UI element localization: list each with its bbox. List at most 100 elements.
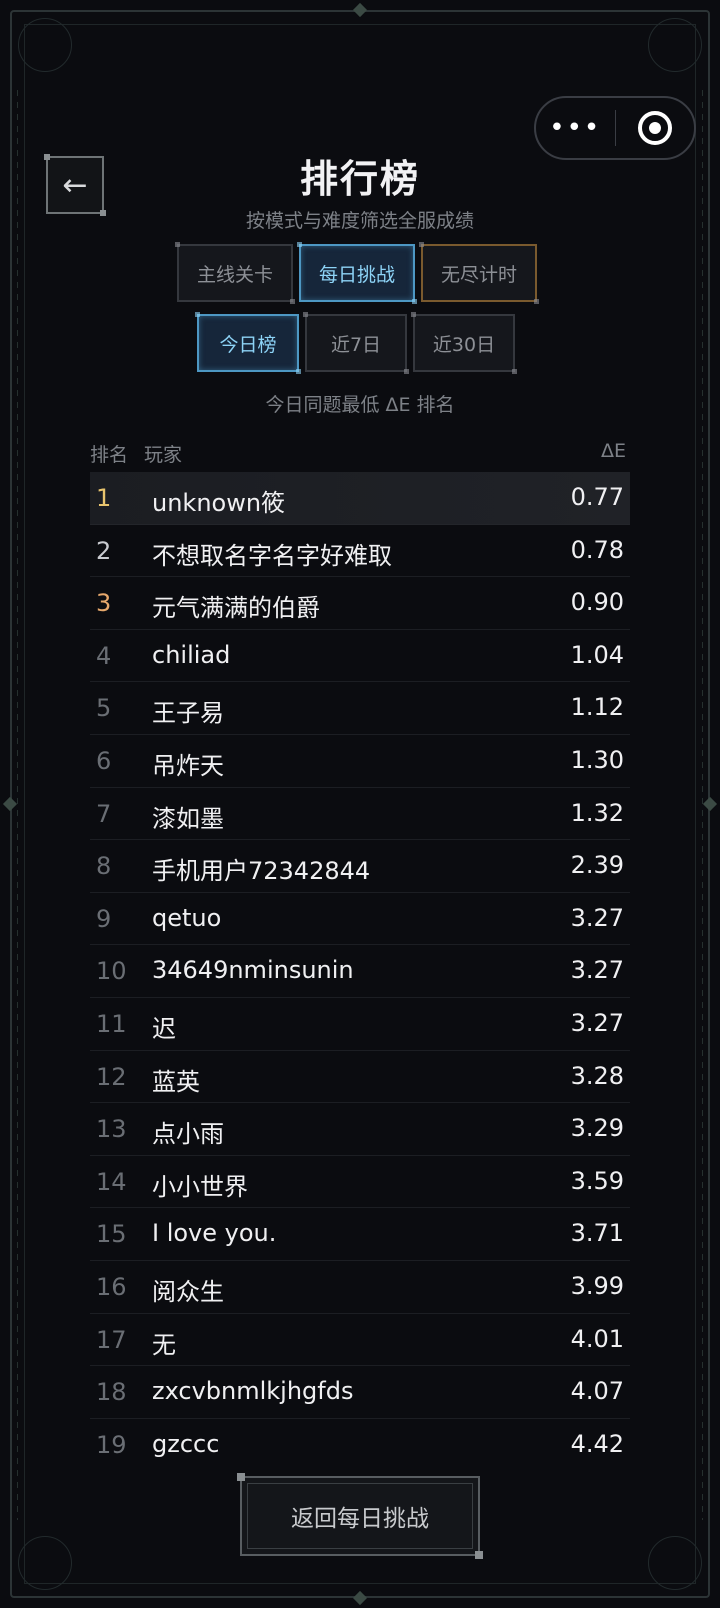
row-rank: 14 <box>96 1167 127 1196</box>
ranking-hint: 今日同题最低 ΔE 排名 <box>265 394 455 416</box>
row-delta: 1.32 <box>570 798 624 827</box>
row-delta: 1.04 <box>570 640 624 669</box>
col-delta-header: ΔE <box>600 440 626 462</box>
corner-ornament <box>18 1536 72 1590</box>
row-player: 34649nminsunin <box>152 956 354 985</box>
table-row[interactable]: 14 小小世界 3.59 <box>90 1156 630 1209</box>
page-title: 排行榜 <box>299 157 420 201</box>
table-row[interactable]: 16 阅众生 3.99 <box>90 1261 630 1314</box>
row-rank: 2 <box>96 536 112 565</box>
corner-ornament <box>648 1536 702 1590</box>
table-row[interactable]: 2 不想取名字名字好难取 0.78 <box>90 525 630 578</box>
row-rank: 13 <box>96 1115 127 1144</box>
table-row[interactable]: 17 无 4.01 <box>90 1314 630 1367</box>
return-button-label: 返回每日挑战 <box>291 1506 429 1532</box>
row-rank: 9 <box>96 904 112 933</box>
row-rank: 5 <box>96 694 112 723</box>
more-icon[interactable]: ••• <box>536 115 615 141</box>
table-row[interactable]: 15 I love you. 3.71 <box>90 1208 630 1261</box>
target-icon <box>637 111 672 145</box>
row-rank: 1 <box>96 484 112 512</box>
row-delta: 1.30 <box>570 745 624 774</box>
table-row[interactable]: 3 元气满满的伯爵 0.90 <box>90 577 630 630</box>
row-delta: 2.39 <box>570 851 624 880</box>
col-rank-header: 排名 <box>90 444 129 466</box>
row-player: 元气满满的伯爵 <box>152 594 320 623</box>
row-rank: 15 <box>96 1220 127 1249</box>
row-player: qetuo <box>152 903 222 932</box>
row-rank: 16 <box>96 1272 127 1301</box>
table-row[interactable]: 9 qetuo 3.27 <box>90 893 630 946</box>
table-row[interactable]: 12 蓝英 3.28 <box>90 1051 630 1104</box>
row-player: unknown筱 <box>152 489 286 517</box>
table-row[interactable]: 5 王子易 1.12 <box>90 682 630 735</box>
corner-ornament <box>18 18 72 72</box>
row-player: 不想取名字名字好难取 <box>152 541 392 570</box>
tab-endless-timed[interactable]: 无尽计时 <box>419 242 539 304</box>
row-rank: 6 <box>96 746 112 775</box>
row-player: 阅众生 <box>152 1277 224 1306</box>
table-row[interactable]: 4 chiliad 1.04 <box>90 630 630 683</box>
table-header: 排名 玩家 ΔE <box>90 436 630 468</box>
table-row[interactable]: 13 点小雨 3.29 <box>90 1103 630 1156</box>
row-delta: 3.28 <box>570 1061 624 1090</box>
row-player: 手机用户72342844 <box>152 857 371 886</box>
row-player: 蓝英 <box>152 1067 200 1096</box>
row-player: 无 <box>152 1330 176 1359</box>
tab-daily-challenge[interactable]: 每日挑战 <box>297 242 417 304</box>
row-delta: 0.90 <box>570 588 624 617</box>
row-delta: 3.59 <box>570 1166 624 1195</box>
row-delta: 3.27 <box>570 1008 624 1037</box>
row-player: 王子易 <box>152 699 224 728</box>
row-player: chiliad <box>152 640 231 669</box>
row-rank: 17 <box>96 1325 127 1354</box>
row-rank: 19 <box>96 1430 127 1459</box>
row-player: gzccc <box>152 1429 220 1458</box>
row-rank: 12 <box>96 1062 127 1091</box>
row-delta: 3.29 <box>570 1114 624 1143</box>
tab-today[interactable]: 今日榜 <box>195 312 301 374</box>
table-row[interactable]: 8 手机用户72342844 2.39 <box>90 840 630 893</box>
row-delta: 4.01 <box>570 1324 624 1353</box>
period-tabs: 今日榜 近7日 近30日 <box>195 312 517 374</box>
row-rank: 11 <box>96 1009 127 1038</box>
table-row[interactable]: 7 漆如墨 1.32 <box>90 788 630 841</box>
row-delta: 0.78 <box>570 535 624 564</box>
table-row[interactable]: 1 unknown筱 0.77 <box>90 472 630 525</box>
row-delta: 3.99 <box>570 1271 624 1300</box>
row-delta: 3.71 <box>570 1219 624 1248</box>
row-rank: 3 <box>96 589 112 618</box>
col-player-header: 玩家 <box>144 444 183 466</box>
row-player: I love you. <box>152 1219 277 1248</box>
row-delta: 3.27 <box>570 903 624 932</box>
corner-ornament <box>648 18 702 72</box>
tab-last-7-days[interactable]: 近7日 <box>303 312 409 374</box>
row-rank: 4 <box>96 641 112 670</box>
row-player: 小小世界 <box>152 1172 248 1201</box>
row-player: 迟 <box>152 1014 176 1043</box>
row-player: 漆如墨 <box>152 804 224 833</box>
row-delta: 0.77 <box>570 483 624 511</box>
tab-last-30-days[interactable]: 近30日 <box>411 312 517 374</box>
table-row[interactable]: 18 zxcvbnmlkjhgfds 4.07 <box>90 1366 630 1419</box>
row-rank: 18 <box>96 1378 127 1407</box>
row-player: zxcvbnmlkjhgfds <box>152 1377 354 1406</box>
row-player: 点小雨 <box>152 1120 224 1149</box>
close-miniprogram-button[interactable] <box>616 111 695 145</box>
row-rank: 8 <box>96 852 112 881</box>
row-rank: 10 <box>96 957 127 986</box>
page-subtitle: 按模式与难度筛选全服成绩 <box>245 210 474 232</box>
row-rank: 7 <box>96 799 112 828</box>
table-row[interactable]: 6 吊炸天 1.30 <box>90 735 630 788</box>
table-row[interactable]: 11 迟 3.27 <box>90 998 630 1051</box>
table-row[interactable]: 10 34649nminsunin 3.27 <box>90 945 630 998</box>
row-delta: 4.42 <box>570 1429 624 1458</box>
frame-side-dash <box>702 90 703 1520</box>
row-player: 吊炸天 <box>152 751 224 780</box>
table-row[interactable]: 19 gzccc 4.42 <box>90 1419 630 1472</box>
tab-main-levels[interactable]: 主线关卡 <box>175 242 295 304</box>
row-delta: 4.07 <box>570 1377 624 1406</box>
return-daily-challenge-button[interactable]: 返回每日挑战 <box>237 1473 483 1559</box>
frame-side-dash <box>17 90 18 1520</box>
row-delta: 3.27 <box>570 956 624 985</box>
